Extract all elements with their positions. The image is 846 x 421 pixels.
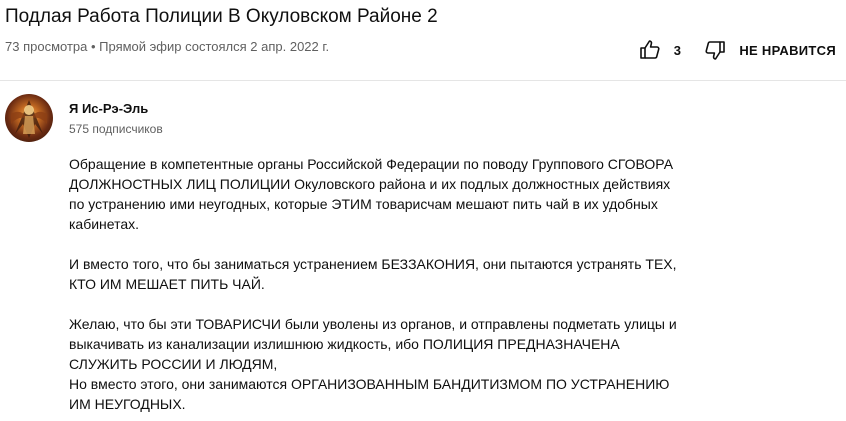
subscriber-count: 575 подписчиков bbox=[69, 122, 163, 136]
description-line: Желаю, что бы эти ТОВАРИСЧИ были уволены… bbox=[69, 316, 677, 332]
like-button[interactable]: 3 bbox=[638, 38, 682, 62]
description-line: выкачивать из канализации излишнюю жидко… bbox=[69, 336, 620, 352]
channel-name[interactable]: Я Ис-Рэ-Эль bbox=[69, 100, 148, 117]
description-line: Обращение в компетентные органы Российск… bbox=[69, 156, 674, 172]
thumb-down-icon bbox=[703, 38, 727, 62]
thumb-up-icon bbox=[638, 38, 662, 62]
description-line: СЛУЖИТЬ РОССИИ И ЛЮДЯМ, bbox=[69, 356, 278, 372]
description-line: кабинетах. bbox=[69, 216, 140, 232]
channel-avatar[interactable] bbox=[5, 94, 53, 142]
description-line: КТО ИМ МЕШАЕТ ПИТЬ ЧАЙ. bbox=[69, 276, 265, 292]
video-description: Обращение в компетентные органы Российск… bbox=[69, 154, 769, 414]
like-count: 3 bbox=[673, 42, 682, 58]
dislike-button[interactable]: НЕ НРАВИТСЯ bbox=[703, 38, 836, 62]
video-meta: 73 просмотра • Прямой эфир состоялся 2 а… bbox=[5, 39, 330, 54]
rating-actions: 3 НЕ НРАВИТСЯ bbox=[638, 36, 836, 64]
description-line: ДОЛЖНОСТНЫХ ЛИЦ ПОЛИЦИИ Окуловского райо… bbox=[69, 176, 671, 192]
divider bbox=[0, 80, 846, 81]
description-line: И вместо того, что бы заниматься устране… bbox=[69, 256, 677, 272]
dislike-label: НЕ НРАВИТСЯ bbox=[739, 42, 836, 58]
description-line: Но вместо этого, они занимаются ОРГАНИЗО… bbox=[69, 376, 670, 392]
description-line: ИМ НЕУГОДНЫХ. bbox=[69, 396, 186, 412]
description-line: по устранению ими неугодных, которые ЭТИ… bbox=[69, 196, 658, 212]
video-title: Подлая Работа Полиции В Окуловском Район… bbox=[5, 6, 438, 27]
